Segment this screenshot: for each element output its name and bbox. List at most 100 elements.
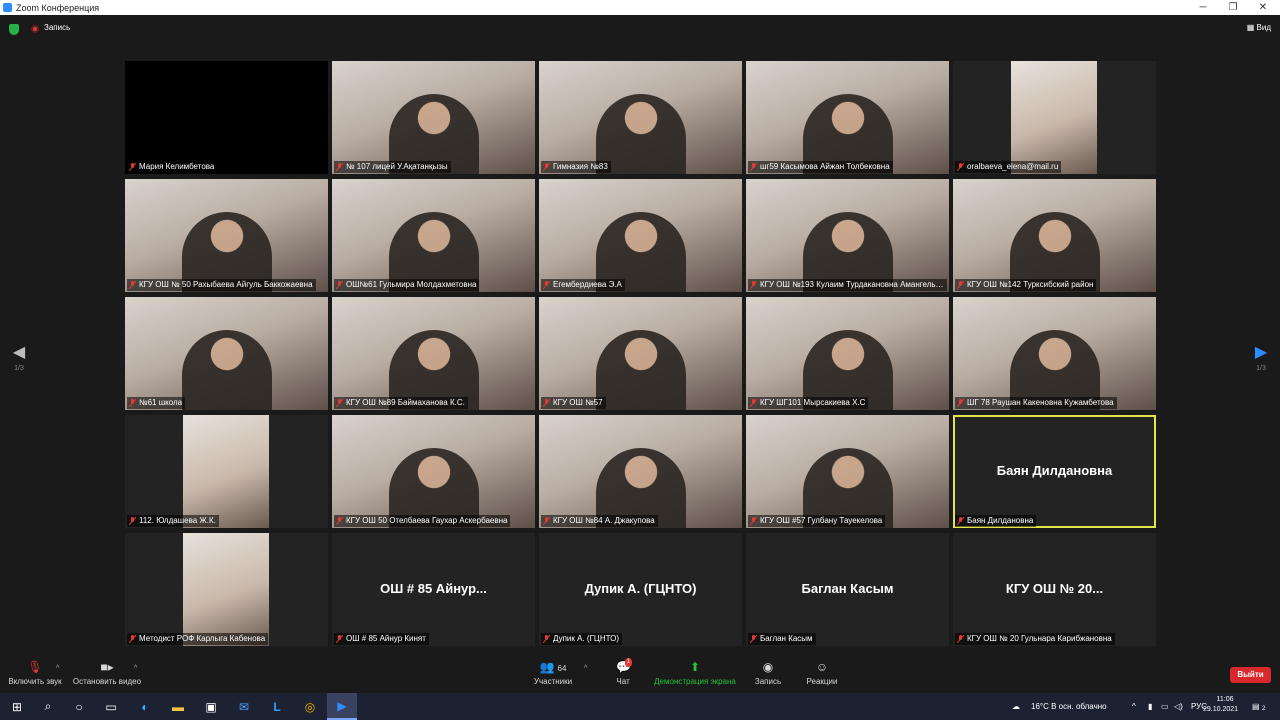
file-explorer-icon[interactable]: ▬ (163, 693, 193, 720)
participant-tile[interactable]: КГУ ОШ №193 Кулаим Турдакановна Амангель… (746, 179, 949, 292)
participant-tile[interactable]: №61 школа (125, 297, 328, 410)
participant-name: № 107 лицей У.Ақатанқызы (346, 162, 448, 171)
recording-icon[interactable] (31, 25, 39, 33)
chrome-icon[interactable]: ◎ (295, 693, 325, 720)
page-indicator-right: 1/3 (1256, 365, 1266, 372)
mic-muted-icon (957, 281, 964, 289)
participant-tile[interactable]: Мария Келимбетова (125, 61, 328, 174)
unmute-button[interactable]: 🎙 Включить звук (6, 660, 64, 686)
network-icon[interactable]: ▭ (1161, 702, 1169, 711)
participant-tile[interactable]: Гимназия №83 (539, 61, 742, 174)
participant-tile[interactable]: КГУ ОШ №57 (539, 297, 742, 410)
participant-tile[interactable]: Баян Дилдановна Баян Дилдановна (953, 415, 1156, 528)
participant-name-label: КГУ ОШ № 20 Гульнара Карибжановна (955, 633, 1115, 645)
participant-display-name: Баглан Касым (801, 581, 894, 596)
task-view-icon[interactable]: ▭ (96, 693, 126, 720)
participant-tile[interactable]: КГУ ОШ №89 Баймаханова К.С. (332, 297, 535, 410)
previous-page-button[interactable]: ◀ 1/3 (9, 345, 29, 373)
participant-tile[interactable]: КГУ ОШ № 20... КГУ ОШ № 20 Гульнара Кариб… (953, 533, 1156, 646)
participants-caret-icon[interactable]: ^ (584, 665, 587, 672)
clock-date[interactable]: 29.10.2021 (1203, 706, 1238, 713)
share-screen-icon: ⬆ (689, 660, 701, 674)
participant-name-label: Баян Дилдановна (955, 515, 1037, 527)
participant-name: КГУ ОШ № 50 Рахыбаева Айгуль Баккожаевна (139, 280, 313, 289)
minimize-button[interactable]: ─ (1188, 0, 1218, 15)
store-icon[interactable]: ▣ (196, 693, 226, 720)
search-icon[interactable]: ⌕ (33, 693, 63, 720)
record-icon: ◉ (762, 660, 774, 674)
cortana-icon[interactable]: ○ (64, 693, 94, 720)
close-button[interactable]: ✕ (1248, 0, 1278, 15)
volume-icon[interactable]: ◁) (1174, 702, 1183, 711)
participant-name-label: ШГ 78 Раушан Какеновна Кужамбетова (955, 397, 1117, 409)
mic-tray-icon[interactable]: ▮ (1148, 702, 1152, 711)
unmute-label: Включить звук (8, 677, 62, 686)
view-button[interactable]: ▦ Вид (1247, 23, 1271, 32)
video-options-caret-icon[interactable]: ^ (134, 665, 137, 672)
participant-tile[interactable]: КГУ ОШ #57 Гулбану Тауекелова (746, 415, 949, 528)
stop-video-button[interactable]: ■▸ Остановить видео (72, 660, 142, 686)
participant-tile[interactable]: Методист РОФ Карлыга Кабенова (125, 533, 328, 646)
participant-name: КГУ ОШ №193 Кулаим Турдакановна Амангель… (760, 280, 947, 289)
start-windows-icon[interactable]: ⊞ (2, 693, 32, 720)
participant-tile[interactable]: Баглан Касым Баглан Касым (746, 533, 949, 646)
participant-name-label: 112. Юлдашева Ж.К. (127, 515, 219, 527)
reactions-button[interactable]: ☺ Реакции (805, 660, 839, 686)
participant-name-label: Мария Келимбетова (127, 161, 218, 173)
participant-tile[interactable]: КГУ ОШ №142 Турксибский район (953, 179, 1156, 292)
encryption-shield-icon[interactable] (9, 24, 19, 35)
chat-button[interactable]: 💬 1 Чат (609, 658, 637, 686)
audio-options-caret-icon[interactable]: ^ (56, 665, 59, 672)
participant-name-label: oralbaeva_elena@mail.ru (955, 161, 1062, 173)
participant-tile[interactable]: ШГ 78 Раушан Какеновна Кужамбетова (953, 297, 1156, 410)
leave-button[interactable]: Выйти (1230, 667, 1271, 683)
notifications-icon[interactable]: ▤ (1252, 702, 1260, 711)
participant-tile[interactable]: Егембердиева Э.А (539, 179, 742, 292)
participant-video (183, 533, 269, 646)
participant-tile[interactable]: ОШ№61 Гульмира Молдахметовна (332, 179, 535, 292)
participant-name: Баглан Касым (760, 634, 813, 643)
record-button[interactable]: ◉ Запись (753, 660, 783, 686)
mail-icon[interactable]: ✉ (229, 693, 259, 720)
mic-muted-icon (543, 517, 550, 525)
participant-tile[interactable]: шг59 Касымова Айжан Толбековна (746, 61, 949, 174)
participant-video (183, 415, 269, 528)
participant-name: КГУ ОШ #57 Гулбану Тауекелова (760, 516, 883, 525)
participant-tile[interactable]: КГУ ОШ 50 Отелбаева Гаухар Аскербаевна (332, 415, 535, 528)
participant-tile[interactable]: 112. Юлдашева Ж.К. (125, 415, 328, 528)
participant-tile[interactable]: КГУ ШГ101 Мырсакиева Х.С (746, 297, 949, 410)
participant-tile[interactable]: КГУ ОШ №84 А. Джакупова (539, 415, 742, 528)
participant-tile[interactable]: oralbaeva_elena@mail.ru (953, 61, 1156, 174)
tray-chevron-icon[interactable]: ^ (1132, 702, 1136, 711)
mic-muted-icon (957, 635, 964, 643)
share-screen-button[interactable]: ⬆ Демонстрация экрана (654, 660, 736, 686)
zoom-taskbar-icon[interactable]: ▶ (327, 693, 357, 720)
weather-text[interactable]: 16°C В осн. облачно (1031, 702, 1107, 711)
participant-name: Дупик А. (ГЦНТО) (553, 634, 620, 643)
l-app-icon[interactable]: L (262, 693, 292, 720)
participant-tile[interactable]: КГУ ОШ № 50 Рахыбаева Айгуль Баккожаевна (125, 179, 328, 292)
next-page-button[interactable]: ▶ 1/3 (1251, 345, 1271, 373)
participant-name-label: Гимназия №83 (541, 161, 611, 173)
participant-gallery: Мария Келимбетова № 107 лицей У.Ақатанқыз… (125, 61, 1157, 648)
recording-label[interactable]: Запись (44, 23, 70, 32)
participant-tile[interactable]: ОШ # 85 Айнур... ОШ # 85 Айнур Кинят (332, 533, 535, 646)
participant-tile[interactable]: Дупик А. (ГЦНТО) Дупик А. (ГЦНТО) (539, 533, 742, 646)
maximize-button[interactable]: ❐ (1218, 0, 1248, 15)
weather-cloud-icon[interactable]: ☁ (1012, 702, 1020, 711)
clock-time[interactable]: 11:06 (1213, 696, 1237, 703)
participant-display-name: ОШ # 85 Айнур... (380, 581, 487, 596)
record-label: Запись (754, 677, 782, 686)
participant-name-label: ОШ№61 Гульмира Молдахметовна (334, 279, 480, 291)
participant-display-name: Баян Дилдановна (996, 463, 1113, 478)
participant-name: 112. Юлдашева Ж.К. (139, 516, 216, 525)
participant-name: КГУ ОШ 50 Отелбаева Гаухар Аскербаевна (346, 516, 508, 525)
participant-name: Гимназия №83 (553, 162, 608, 171)
participant-name-label: КГУ ОШ 50 Отелбаева Гаухар Аскербаевна (334, 515, 511, 527)
participants-button[interactable]: 👥 64 Участники (531, 660, 575, 686)
edge-browser-icon[interactable]: ◐ (130, 693, 160, 720)
zoom-app-icon (3, 3, 12, 12)
participant-name: КГУ ОШ №142 Турксибский район (967, 280, 1094, 289)
participant-name-label: Егембердиева Э.А (541, 279, 625, 291)
participant-tile[interactable]: № 107 лицей У.Ақатанқызы (332, 61, 535, 174)
